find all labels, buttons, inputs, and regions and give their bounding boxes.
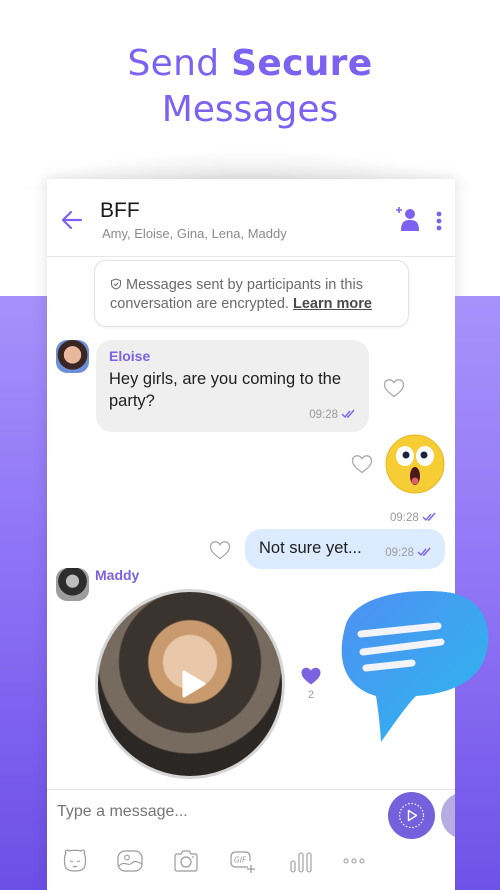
read-ticks-icon — [341, 409, 355, 419]
chat-bubble-illustration — [341, 591, 489, 742]
shield-icon — [111, 278, 121, 290]
headline-bold: Secure — [231, 43, 373, 84]
gif-icon[interactable]: GIF — [228, 847, 256, 875]
message-bubble-outgoing[interactable]: Not sure yet... 09:28 — [245, 529, 445, 569]
learn-more-link[interactable]: Learn more — [293, 296, 372, 312]
like-heart-icon[interactable] — [209, 540, 231, 560]
avatar-eloise[interactable] — [56, 340, 89, 373]
chat-participants[interactable]: Amy, Eloise, Gina, Lena, Maddy — [102, 226, 287, 241]
headline-prefix: Send — [127, 43, 232, 84]
like-heart-icon[interactable] — [383, 378, 405, 398]
chat-screen: BFF Amy, Eloise, Gina, Lena, Maddy Messa… — [47, 179, 455, 890]
arrow-left-icon[interactable] — [61, 209, 83, 231]
secondary-action-button[interactable] — [441, 792, 455, 839]
headline-line-1: Send Secure — [0, 42, 500, 86]
gallery-icon[interactable] — [116, 847, 144, 875]
video-message-button[interactable] — [388, 792, 435, 839]
liked-heart-icon[interactable] — [300, 666, 322, 686]
message-meta: 09:28 — [385, 543, 433, 561]
message-text: Not sure yet... — [259, 539, 362, 557]
message-bubble-incoming[interactable]: Eloise Hey girls, are you coming to the … — [96, 340, 369, 432]
sticker-icon[interactable] — [61, 847, 89, 875]
headline-line-2: Messages — [161, 89, 339, 130]
more-horizontal-icon[interactable] — [340, 847, 368, 875]
chat-title[interactable]: BFF — [100, 199, 140, 223]
message-meta: 09:28 — [309, 405, 357, 423]
sender-name[interactable]: Eloise — [109, 348, 150, 364]
play-icon[interactable] — [178, 668, 208, 700]
video-message[interactable] — [95, 589, 285, 779]
message-time: 09:28 — [309, 409, 338, 421]
like-count: 2 — [308, 689, 315, 701]
add-participant-icon[interactable] — [395, 205, 421, 233]
message-time: 09:28 — [385, 547, 414, 559]
camera-icon[interactable] — [172, 847, 200, 875]
sender-name[interactable]: Maddy — [95, 567, 139, 583]
more-vertical-icon[interactable] — [436, 211, 442, 231]
message-input[interactable] — [57, 803, 357, 821]
video-message-icon — [398, 802, 425, 829]
read-ticks-icon — [422, 512, 436, 522]
svg-text:GIF: GIF — [234, 856, 247, 865]
read-ticks-icon — [417, 547, 431, 557]
message-time: 09:28 — [390, 512, 419, 524]
avatar-maddy[interactable] — [56, 568, 89, 601]
chat-header: BFF Amy, Eloise, Gina, Lena, Maddy — [47, 179, 455, 257]
encryption-notice: Messages sent by participants in this co… — [94, 260, 409, 327]
voice-icon[interactable] — [287, 847, 315, 875]
composer-divider — [47, 789, 455, 790]
like-heart-icon[interactable] — [351, 454, 373, 474]
surprised-face-sticker[interactable] — [384, 434, 446, 494]
sticker-meta: 09:28 — [390, 508, 438, 526]
